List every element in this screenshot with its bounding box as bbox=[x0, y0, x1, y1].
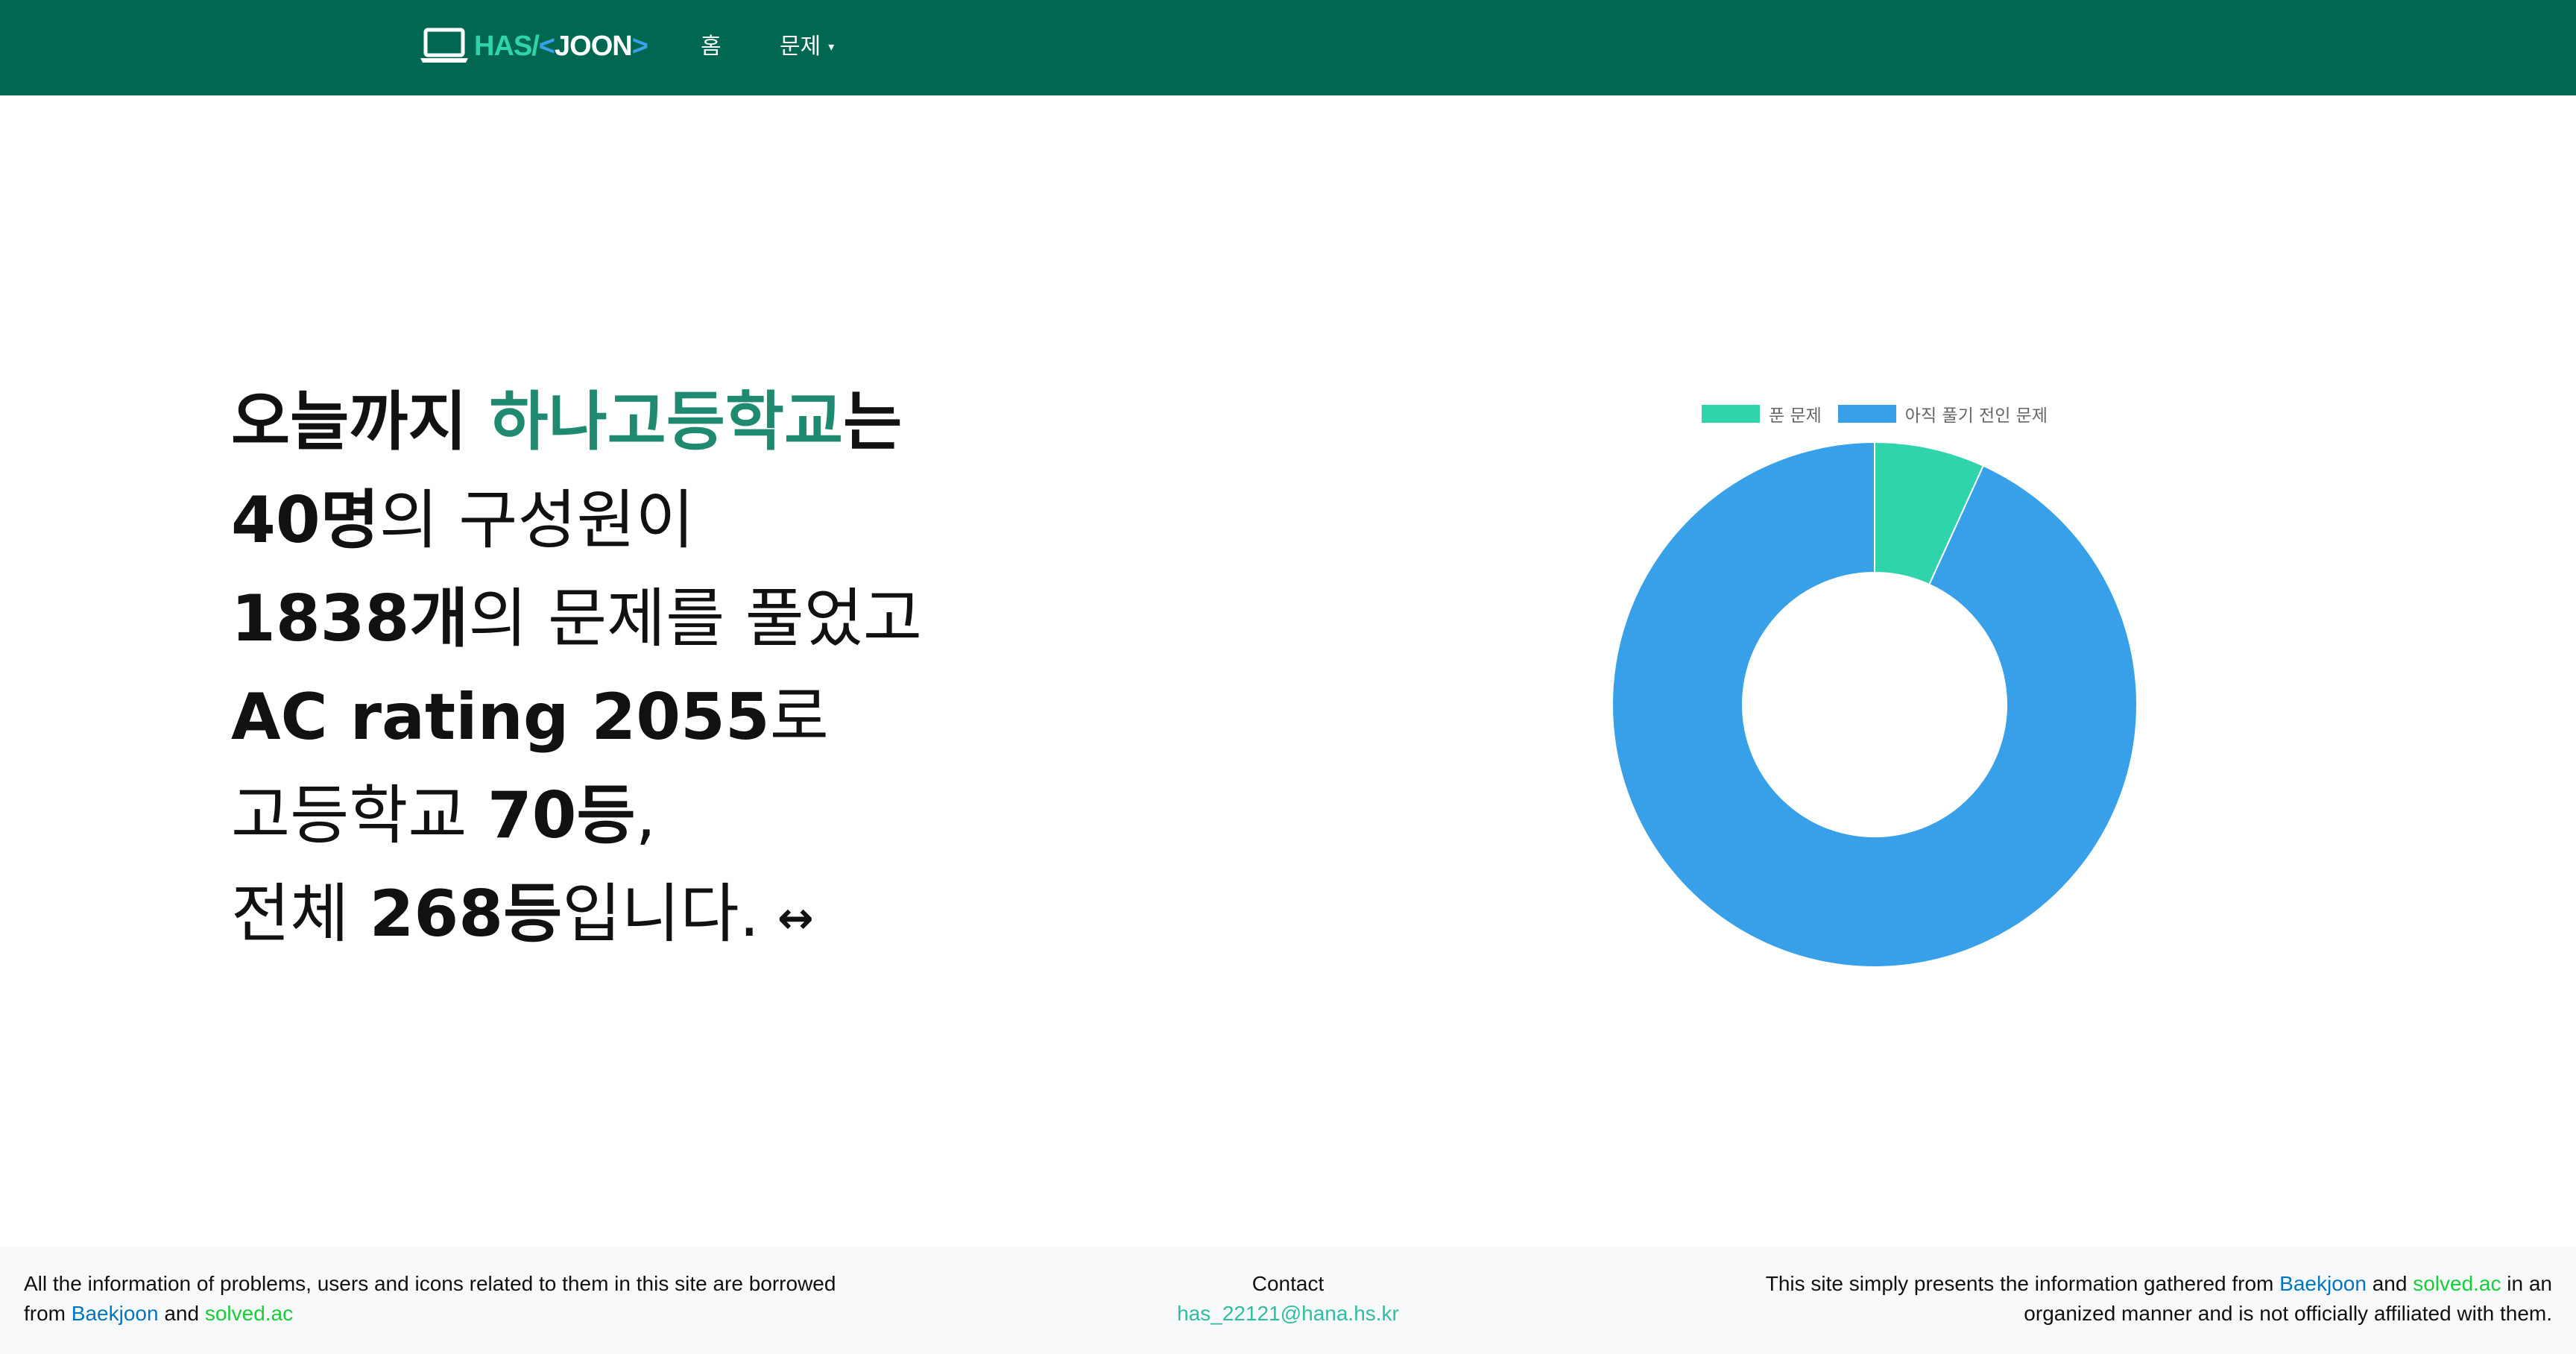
brand-close-bracket: > bbox=[631, 31, 648, 62]
footer-right-and: and bbox=[2366, 1272, 2414, 1295]
legend-item[interactable]: 아직 풀기 전인 문제 bbox=[1837, 401, 2048, 426]
caret-down-icon: ▾ bbox=[828, 40, 835, 54]
brand-logo[interactable]: HAS/<JOON> bbox=[419, 27, 648, 66]
hero-line-5: 고등학교 70등, bbox=[231, 766, 1051, 865]
brand-text: HAS/<JOON> bbox=[474, 27, 648, 66]
brand-open-bracket: < bbox=[538, 31, 555, 62]
footer-right-prefix: This site simply presents the informatio… bbox=[1765, 1272, 2280, 1295]
brand-has: HAS bbox=[474, 31, 532, 62]
overall-rank: 268등 bbox=[369, 877, 563, 951]
hero-line-2: 40명의 구성원이 bbox=[231, 471, 1051, 570]
footer-from-text: from bbox=[24, 1302, 72, 1325]
hero-line5-suffix: , bbox=[635, 778, 656, 853]
footer-right-mid: in an bbox=[2501, 1272, 2552, 1295]
footer: All the information of problems, users a… bbox=[0, 1247, 2576, 1354]
hero-summary: 오늘까지 하나고등학교는 40명의 구성원이 1838개의 문제를 풀었고 AC… bbox=[231, 373, 1051, 963]
footer-affiliation: This site simply presents the informatio… bbox=[1688, 1269, 2552, 1329]
legend-label: 아직 풀기 전인 문제 bbox=[1904, 406, 2048, 426]
baekjoon-link[interactable]: Baekjoon bbox=[72, 1302, 159, 1325]
member-count: 40명 bbox=[231, 483, 379, 558]
school-rank: 70등 bbox=[487, 778, 636, 853]
solved-ac-link-right[interactable]: solved.ac bbox=[2413, 1272, 2501, 1295]
footer-right-line1: This site simply presents the informatio… bbox=[1688, 1269, 2552, 1299]
nav-problems-label: 문제 bbox=[780, 34, 821, 60]
school-name: 하나고등학교 bbox=[489, 385, 844, 459]
hero-line6-suffix: 입니다. bbox=[562, 877, 760, 951]
solved-count: 1838개 bbox=[231, 582, 469, 656]
hero-line-6: 전체 268등입니다. ↔ bbox=[231, 865, 1051, 963]
footer-and-text: and bbox=[158, 1302, 205, 1325]
footer-left-line2: from Baekjoon and solved.ac bbox=[24, 1299, 888, 1329]
solved-ratio-chart: 푼 문제 아직 풀기 전인 문제 bbox=[1595, 380, 2162, 977]
baekjoon-link-right[interactable]: Baekjoon bbox=[2279, 1272, 2367, 1295]
legend-swatch bbox=[1701, 405, 1760, 423]
hero-line1-suffix: 는 bbox=[843, 385, 903, 459]
hero-line5-prefix: 고등학교 bbox=[231, 778, 487, 853]
legend-swatch bbox=[1837, 405, 1896, 423]
footer-contact: Contact has_22121@hana.hs.kr bbox=[1139, 1269, 1437, 1329]
hero-line2-suffix: 의 구성원이 bbox=[379, 483, 695, 558]
laptop-icon bbox=[420, 28, 468, 63]
legend-item[interactable]: 푼 문제 bbox=[1701, 401, 1822, 426]
hero-line-3: 1838개의 문제를 풀었고 bbox=[231, 570, 1051, 668]
hero-line6-prefix: 전체 bbox=[231, 877, 370, 951]
contact-email-link[interactable]: has_22121@hana.hs.kr bbox=[1139, 1299, 1437, 1329]
donut-slice-1[interactable] bbox=[1611, 441, 2138, 968]
hero-line-4: AC rating 2055로 bbox=[231, 668, 1051, 766]
hero-line4-suffix: 로 bbox=[769, 680, 829, 755]
hero-line3-suffix: 의 문제를 풀었고 bbox=[468, 582, 922, 656]
donut-chart bbox=[1611, 441, 2138, 968]
solved-ac-link[interactable]: solved.ac bbox=[205, 1302, 293, 1325]
footer-disclaimer: All the information of problems, users a… bbox=[24, 1269, 888, 1329]
nav-problems-dropdown[interactable]: 문제 ▾ bbox=[780, 30, 834, 64]
brand-joon: JOON bbox=[555, 31, 633, 62]
contact-label: Contact bbox=[1251, 1272, 1325, 1295]
brand-slash: / bbox=[531, 31, 540, 62]
hero-line-1: 오늘까지 하나고등학교는 bbox=[231, 373, 1051, 471]
footer-right-line2: organized manner and is not officially a… bbox=[2024, 1302, 2552, 1325]
hero-prefix: 오늘까지 bbox=[231, 385, 490, 459]
nav-home-link[interactable]: 홈 bbox=[701, 30, 722, 64]
top-navbar: HAS/<JOON> 홈 문제 ▾ bbox=[0, 0, 2576, 95]
legend-label: 푼 문제 bbox=[1768, 406, 1822, 426]
footer-left-line1: All the information of problems, users a… bbox=[24, 1272, 836, 1295]
ac-rating: AC rating 2055 bbox=[231, 680, 770, 755]
swap-arrows-icon[interactable]: ↔ bbox=[777, 869, 814, 967]
